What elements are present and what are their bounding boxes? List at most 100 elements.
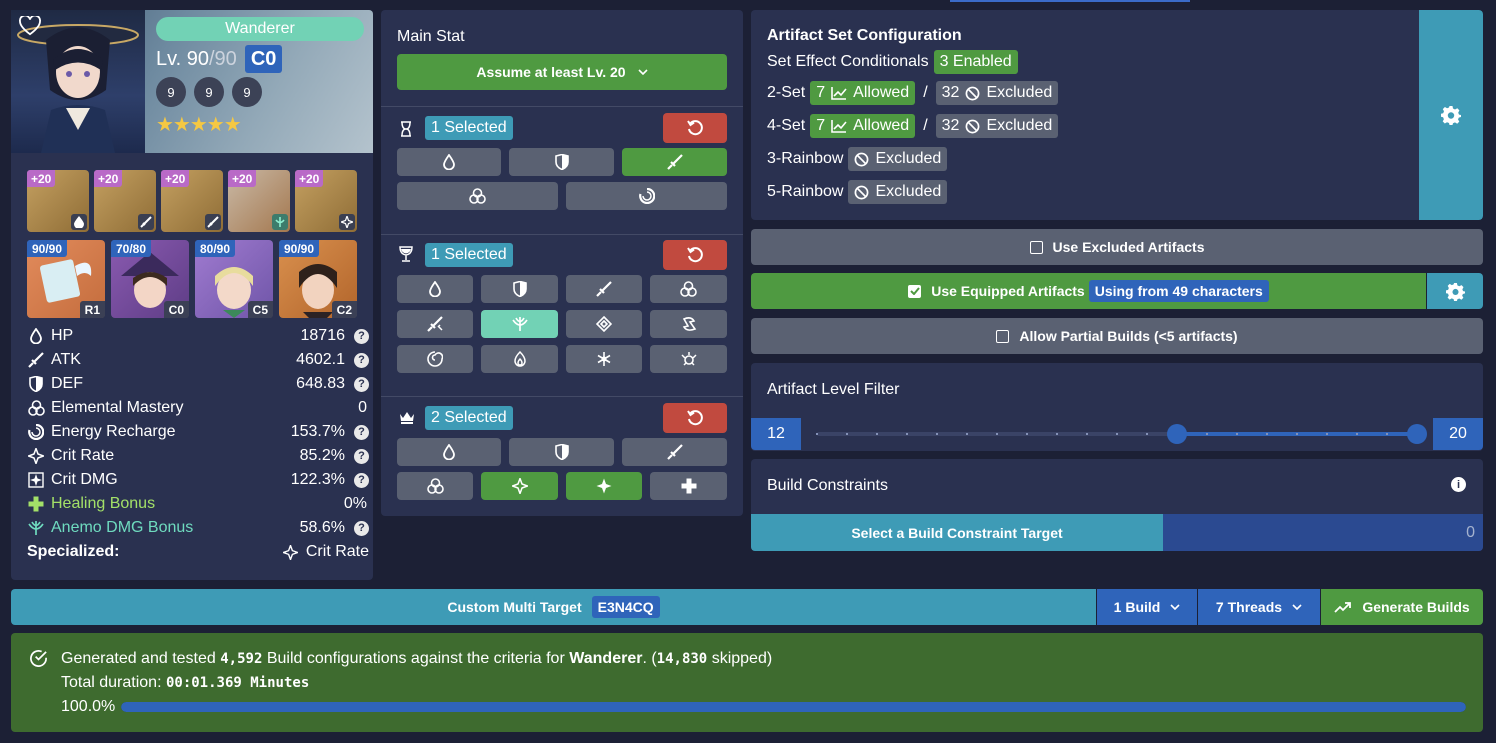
circlet-crit-rate-toggle[interactable] bbox=[481, 472, 558, 500]
talent-burst: 9 bbox=[232, 77, 262, 107]
goblet-em-toggle[interactable] bbox=[650, 275, 727, 303]
sands-em-toggle[interactable] bbox=[397, 182, 558, 210]
goblet-geo-toggle[interactable] bbox=[566, 310, 642, 338]
level-slider-track[interactable] bbox=[816, 432, 1418, 436]
four-set-allowed-badge[interactable]: 7 Allowed bbox=[810, 114, 916, 138]
two-set-allowed-badge[interactable]: 7 Allowed bbox=[810, 81, 916, 105]
goblet-dendro-toggle[interactable] bbox=[650, 345, 727, 373]
threads-dropdown[interactable]: 7 Threads bbox=[1198, 589, 1320, 625]
help-icon[interactable]: ? bbox=[354, 424, 369, 440]
generate-builds-button[interactable]: Generate Builds bbox=[1321, 589, 1483, 625]
artifact-circlet[interactable]: +20 bbox=[295, 170, 357, 232]
optimization-target-button[interactable]: Custom Multi Target E3N4CQ bbox=[11, 589, 1096, 625]
rainbow-label: 3-Rainbow bbox=[767, 150, 844, 167]
stat-label: Healing Bonus bbox=[51, 495, 156, 512]
allowed-count: 7 bbox=[816, 84, 826, 101]
slider-tick bbox=[846, 433, 848, 435]
four-set-excluded-badge[interactable]: 32 Excluded bbox=[935, 114, 1059, 138]
crit-rate-icon bbox=[282, 544, 298, 560]
artifact-plume[interactable]: +20 bbox=[94, 170, 156, 232]
help-icon[interactable]: ? bbox=[354, 448, 369, 464]
ban-icon bbox=[965, 119, 980, 134]
artifact-goblet[interactable]: +20 bbox=[228, 170, 290, 232]
allowed-label: Allowed bbox=[853, 84, 910, 101]
constellation-badge: C5 bbox=[247, 301, 273, 318]
excluded-label: Excluded bbox=[986, 84, 1053, 101]
ban-icon bbox=[854, 185, 869, 200]
use-equipped-artifacts-toggle[interactable]: Use Equipped Artifacts Using from 49 cha… bbox=[751, 273, 1426, 309]
artifact-level: +20 bbox=[94, 170, 123, 187]
goblet-cryo-toggle[interactable] bbox=[566, 345, 642, 373]
goblet-def-toggle[interactable] bbox=[481, 275, 558, 303]
circlet-reset-button[interactable] bbox=[663, 403, 727, 433]
goblet-electro-toggle[interactable] bbox=[650, 310, 727, 338]
goblet-reset-button[interactable] bbox=[663, 240, 727, 270]
level-max-value[interactable]: 20 bbox=[1433, 418, 1483, 450]
stat-label: ATK bbox=[51, 351, 81, 368]
select-constraint-target-button[interactable]: Select a Build Constraint Target bbox=[751, 514, 1163, 551]
weapon-card[interactable]: 90/90 R1 bbox=[27, 240, 105, 318]
allow-partial-builds-toggle[interactable]: Allow Partial Builds (<5 artifacts) bbox=[751, 318, 1483, 354]
circlet-crit-dmg-toggle[interactable] bbox=[566, 472, 642, 500]
sands-reset-button[interactable] bbox=[663, 113, 727, 143]
circlet-def-toggle[interactable] bbox=[509, 438, 614, 466]
excluded-label: Excluded bbox=[875, 183, 942, 200]
level-slider-high-thumb[interactable] bbox=[1407, 424, 1427, 444]
specialized-label: Specialized: bbox=[27, 543, 120, 560]
stat-er: Energy Recharge 153.7% ? bbox=[27, 420, 369, 444]
goblet-physical-toggle[interactable] bbox=[397, 310, 473, 338]
sands-def-toggle[interactable] bbox=[509, 148, 614, 176]
sands-atk-toggle[interactable] bbox=[622, 148, 727, 176]
artifact-sands[interactable]: +20 bbox=[161, 170, 223, 232]
character-banner[interactable]: Wanderer Lv. 90/90 C0 9 9 9 ★★★★★ bbox=[11, 10, 373, 153]
info-icon[interactable]: i bbox=[1451, 477, 1466, 492]
sands-hp-toggle[interactable] bbox=[397, 148, 501, 176]
set-config-settings-button[interactable] bbox=[1419, 10, 1483, 220]
level-min-value[interactable]: 12 bbox=[751, 418, 801, 450]
slider-tick bbox=[816, 433, 818, 435]
goblet-hp-toggle[interactable] bbox=[397, 275, 473, 303]
team-member-1[interactable]: 70/80 C0 bbox=[111, 240, 189, 318]
two-set-excluded-badge[interactable]: 32 Excluded bbox=[935, 81, 1059, 105]
equipped-settings-button[interactable] bbox=[1427, 273, 1483, 309]
result-middle: Build configurations against the criteri… bbox=[266, 650, 565, 667]
five-rainbow-row: 5-Rainbow Excluded bbox=[767, 180, 948, 204]
goblet-anemo-toggle[interactable] bbox=[481, 310, 558, 338]
goblet-hydro-toggle[interactable] bbox=[397, 345, 473, 373]
result-paren-open: . ( bbox=[642, 650, 657, 667]
circlet-em-toggle[interactable] bbox=[397, 472, 473, 500]
help-icon[interactable]: ? bbox=[354, 376, 369, 392]
conditionals-badge[interactable]: 3 Enabled bbox=[933, 50, 1018, 74]
stat-value: 153.7% bbox=[290, 423, 345, 440]
use-excluded-artifacts-toggle[interactable]: Use Excluded Artifacts bbox=[751, 229, 1483, 265]
five-rainbow-excluded-badge[interactable]: Excluded bbox=[848, 180, 948, 204]
build-count-dropdown[interactable]: 1 Build bbox=[1097, 589, 1197, 625]
team-member-2[interactable]: 80/90 C5 bbox=[195, 240, 273, 318]
favorite-heart-icon[interactable] bbox=[19, 16, 41, 36]
anemo-icon bbox=[27, 519, 45, 537]
goblet-pyro-toggle[interactable] bbox=[481, 345, 558, 373]
two-set-row: 2-Set 7 Allowed / 32 Excluded bbox=[767, 81, 1059, 105]
constraint-value-input[interactable]: 0 bbox=[1163, 514, 1483, 551]
goblet-atk-toggle[interactable] bbox=[566, 275, 642, 303]
help-icon[interactable]: ? bbox=[354, 328, 369, 344]
sands-er-toggle[interactable] bbox=[566, 182, 727, 210]
slash-separator: / bbox=[923, 84, 928, 101]
result-line-1: Generated and tested 4,592 Build configu… bbox=[61, 650, 772, 668]
circlet-hp-toggle[interactable] bbox=[397, 438, 501, 466]
assume-level-dropdown[interactable]: Assume at least Lv. 20 bbox=[397, 54, 727, 90]
set-row-label: 4-Set bbox=[767, 117, 806, 134]
circlet-healing-toggle[interactable] bbox=[650, 472, 727, 500]
use-equipped-label: Use Equipped Artifacts bbox=[931, 283, 1085, 299]
help-icon[interactable]: ? bbox=[354, 472, 369, 488]
help-icon[interactable]: ? bbox=[354, 352, 369, 368]
progress-bar bbox=[121, 702, 1466, 712]
artifact-flower[interactable]: +20 bbox=[27, 170, 89, 232]
three-rainbow-excluded-badge[interactable]: Excluded bbox=[848, 147, 948, 171]
help-icon[interactable]: ? bbox=[354, 520, 369, 536]
circlet-atk-toggle[interactable] bbox=[622, 438, 727, 466]
allowed-label: Allowed bbox=[853, 117, 910, 134]
level-slider-low-thumb[interactable] bbox=[1167, 424, 1187, 444]
team-member-3[interactable]: 90/90 C2 bbox=[279, 240, 357, 318]
level-current: Lv. 90 bbox=[156, 47, 209, 70]
